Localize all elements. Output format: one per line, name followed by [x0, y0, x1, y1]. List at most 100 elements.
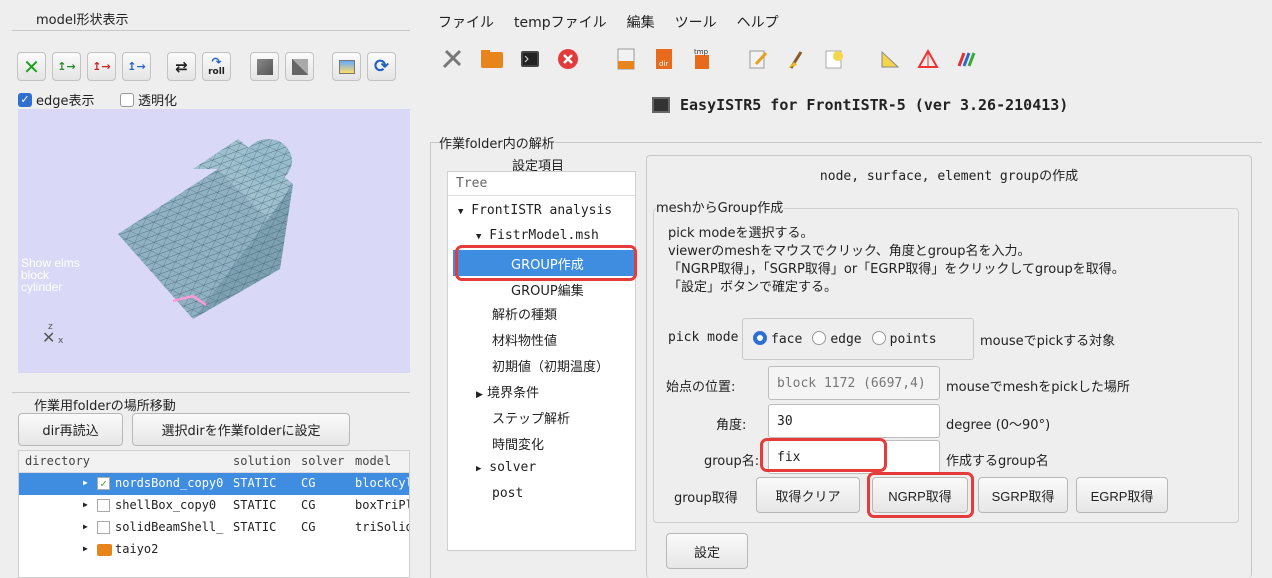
- cell-solution: STATIC: [233, 498, 277, 512]
- menu-temp-file[interactable]: tempファイル: [514, 12, 607, 32]
- highlight-group-create: [455, 245, 637, 281]
- pick-edge-radio[interactable]: edge: [812, 331, 862, 347]
- save-file-icon[interactable]: [612, 45, 640, 73]
- tree-item-step[interactable]: ステップ解析: [492, 408, 570, 427]
- tree-item-material[interactable]: 材料物性値: [492, 330, 557, 349]
- tree-item-frontistr-analysis[interactable]: ▼ FrontISTR analysis: [458, 203, 612, 218]
- note-icon[interactable]: [820, 45, 848, 73]
- folder-icon: [97, 544, 112, 556]
- column-solution[interactable]: solution: [233, 454, 291, 468]
- reverse-view-button[interactable]: ⇄: [167, 52, 196, 81]
- roll-button[interactable]: ↷ roll: [202, 52, 231, 81]
- model-viewer[interactable]: Show elms block cylinder z ✕ x: [18, 109, 410, 373]
- panel-title: node, surface, element groupの作成: [819, 169, 1079, 184]
- y-axis-view-button[interactable]: ↥→: [87, 52, 116, 81]
- menu-tools[interactable]: ツール: [675, 12, 717, 32]
- sgrp-get-button[interactable]: SGRP取得: [978, 477, 1068, 513]
- tree-item-analysis-type[interactable]: 解析の種類: [492, 304, 557, 323]
- solid-view-button[interactable]: [250, 52, 279, 81]
- wire-view-button[interactable]: [285, 52, 314, 81]
- get-clear-button[interactable]: 取得クリア: [756, 477, 860, 513]
- color-bars-icon[interactable]: [952, 45, 980, 73]
- checkbox-unchecked-icon[interactable]: [97, 499, 110, 512]
- table-row[interactable]: ▶ ✓ nordsBond_copy0 STATIC CG blockCyl: [19, 473, 409, 495]
- column-directory[interactable]: directory: [25, 454, 90, 468]
- mesh-icon[interactable]: [876, 45, 904, 73]
- group-get-label: group取得: [674, 491, 738, 506]
- cell-solution: STATIC: [233, 476, 277, 490]
- viewer-overlay-text: Show elms block cylinder: [21, 256, 80, 294]
- column-model[interactable]: model: [355, 454, 391, 468]
- menu-file[interactable]: ファイル: [438, 12, 494, 32]
- start-position-field[interactable]: block 1172 (6697,4): [768, 366, 940, 400]
- cell-solver: CG: [301, 498, 316, 512]
- triangle-mesh-icon[interactable]: [914, 45, 942, 73]
- terminal-icon[interactable]: [516, 45, 544, 73]
- tree-item-group-edit[interactable]: GROUP編集: [511, 280, 584, 299]
- cell-model: blockCyl: [355, 476, 410, 490]
- svg-text:dir: dir: [659, 60, 668, 68]
- tools-icon[interactable]: [438, 45, 466, 73]
- y-axis-icon: ↥→: [92, 60, 111, 73]
- radio-selected-icon: [753, 331, 767, 345]
- menu-bar: ファイル tempファイル 編集 ツール ヘルプ: [438, 12, 779, 32]
- app-title: EasyISTR5 for FrontISTR-5 (ver 3.26-2104…: [652, 94, 1068, 116]
- fit-view-button[interactable]: ✕: [17, 52, 46, 81]
- refresh-button[interactable]: ⟳: [367, 52, 396, 81]
- start-position-hint: mouseでmeshをpickした場所: [946, 380, 1130, 395]
- angle-field[interactable]: 30: [768, 404, 940, 438]
- egrp-get-button[interactable]: EGRP取得: [1076, 477, 1168, 513]
- dir-icon[interactable]: dir: [650, 45, 678, 73]
- tree-item-time[interactable]: 時間変化: [492, 434, 544, 453]
- open-folder-icon[interactable]: [478, 45, 506, 73]
- edge-display-checkbox[interactable]: ✓ edge表示: [18, 90, 95, 109]
- x-axis-view-button[interactable]: ↥→: [52, 52, 81, 81]
- table-row[interactable]: ▶ taiyo2: [19, 539, 409, 561]
- z-axis-icon: ↥→: [127, 60, 146, 73]
- table-row[interactable]: ▶ solidBeamShell_ STATIC CG triSolid: [19, 517, 409, 539]
- pick-face-radio[interactable]: face: [753, 331, 802, 347]
- tree-item-boundary[interactable]: ▶ 境界条件: [476, 382, 539, 401]
- refresh-icon: ⟳: [373, 56, 390, 77]
- tmp-icon[interactable]: tmp: [688, 45, 716, 73]
- cell-model: triSolid: [355, 520, 410, 534]
- set-work-folder-button[interactable]: 選択dirを作業folderに設定: [132, 413, 350, 446]
- reverse-arrows-icon: ⇄: [175, 57, 188, 76]
- menu-help[interactable]: ヘルプ: [737, 12, 779, 32]
- column-solver[interactable]: solver: [301, 454, 344, 468]
- apply-settings-button[interactable]: 設定: [666, 533, 748, 569]
- tree-item-fistr-model[interactable]: ▼ FistrModel.msh: [476, 228, 599, 243]
- transparent-checkbox[interactable]: 透明化: [120, 90, 177, 109]
- pick-points-radio[interactable]: points: [871, 331, 937, 347]
- close-icon[interactable]: [554, 45, 582, 73]
- tree-item-solver[interactable]: ▶ solver: [476, 460, 536, 475]
- menu-edit[interactable]: 編集: [627, 12, 655, 32]
- expand-right-icon: ▶: [476, 464, 482, 474]
- app-logo-icon: [652, 97, 670, 113]
- expand-down-icon: ▼: [458, 207, 464, 217]
- checkbox-checked-icon[interactable]: ✓: [97, 477, 110, 490]
- expand-right-icon[interactable]: ▶: [83, 522, 88, 531]
- angle-hint: degree (0〜90°): [946, 418, 1051, 433]
- settings-tree: Tree ▼ FrontISTR analysis ▼ FistrModel.m…: [447, 171, 636, 551]
- tree-item-post[interactable]: post: [492, 486, 523, 501]
- cell-name: solidBeamShell_: [115, 520, 224, 534]
- radio-unselected-icon: [871, 331, 886, 345]
- expand-right-icon[interactable]: ▶: [83, 544, 88, 553]
- directory-table: directory solution solver model ▶ ✓ nordsB…: [18, 450, 410, 578]
- z-axis-view-button[interactable]: ↥→: [122, 52, 151, 81]
- reload-dir-button[interactable]: dir再読込: [18, 413, 123, 446]
- expand-right-icon[interactable]: ▶: [83, 500, 88, 509]
- tree-item-initial-temp[interactable]: 初期値（初期温度）: [492, 356, 609, 375]
- mesh-model: [118, 139, 293, 319]
- expand-right-icon[interactable]: ▶: [83, 478, 88, 487]
- clean-brush-icon[interactable]: [782, 45, 810, 73]
- group-name-label: group名:: [704, 454, 760, 469]
- edit-document-icon[interactable]: [744, 45, 772, 73]
- expand-right-icon: ▶: [476, 390, 483, 400]
- table-row[interactable]: ▶ shellBox_copy0 STATIC CG boxTriPl: [19, 495, 409, 517]
- table-header: directory solution solver model: [19, 451, 409, 473]
- pick-mode-label: pick mode: [668, 330, 739, 345]
- checkbox-unchecked-icon[interactable]: [97, 521, 110, 534]
- screenshot-button[interactable]: [332, 52, 361, 81]
